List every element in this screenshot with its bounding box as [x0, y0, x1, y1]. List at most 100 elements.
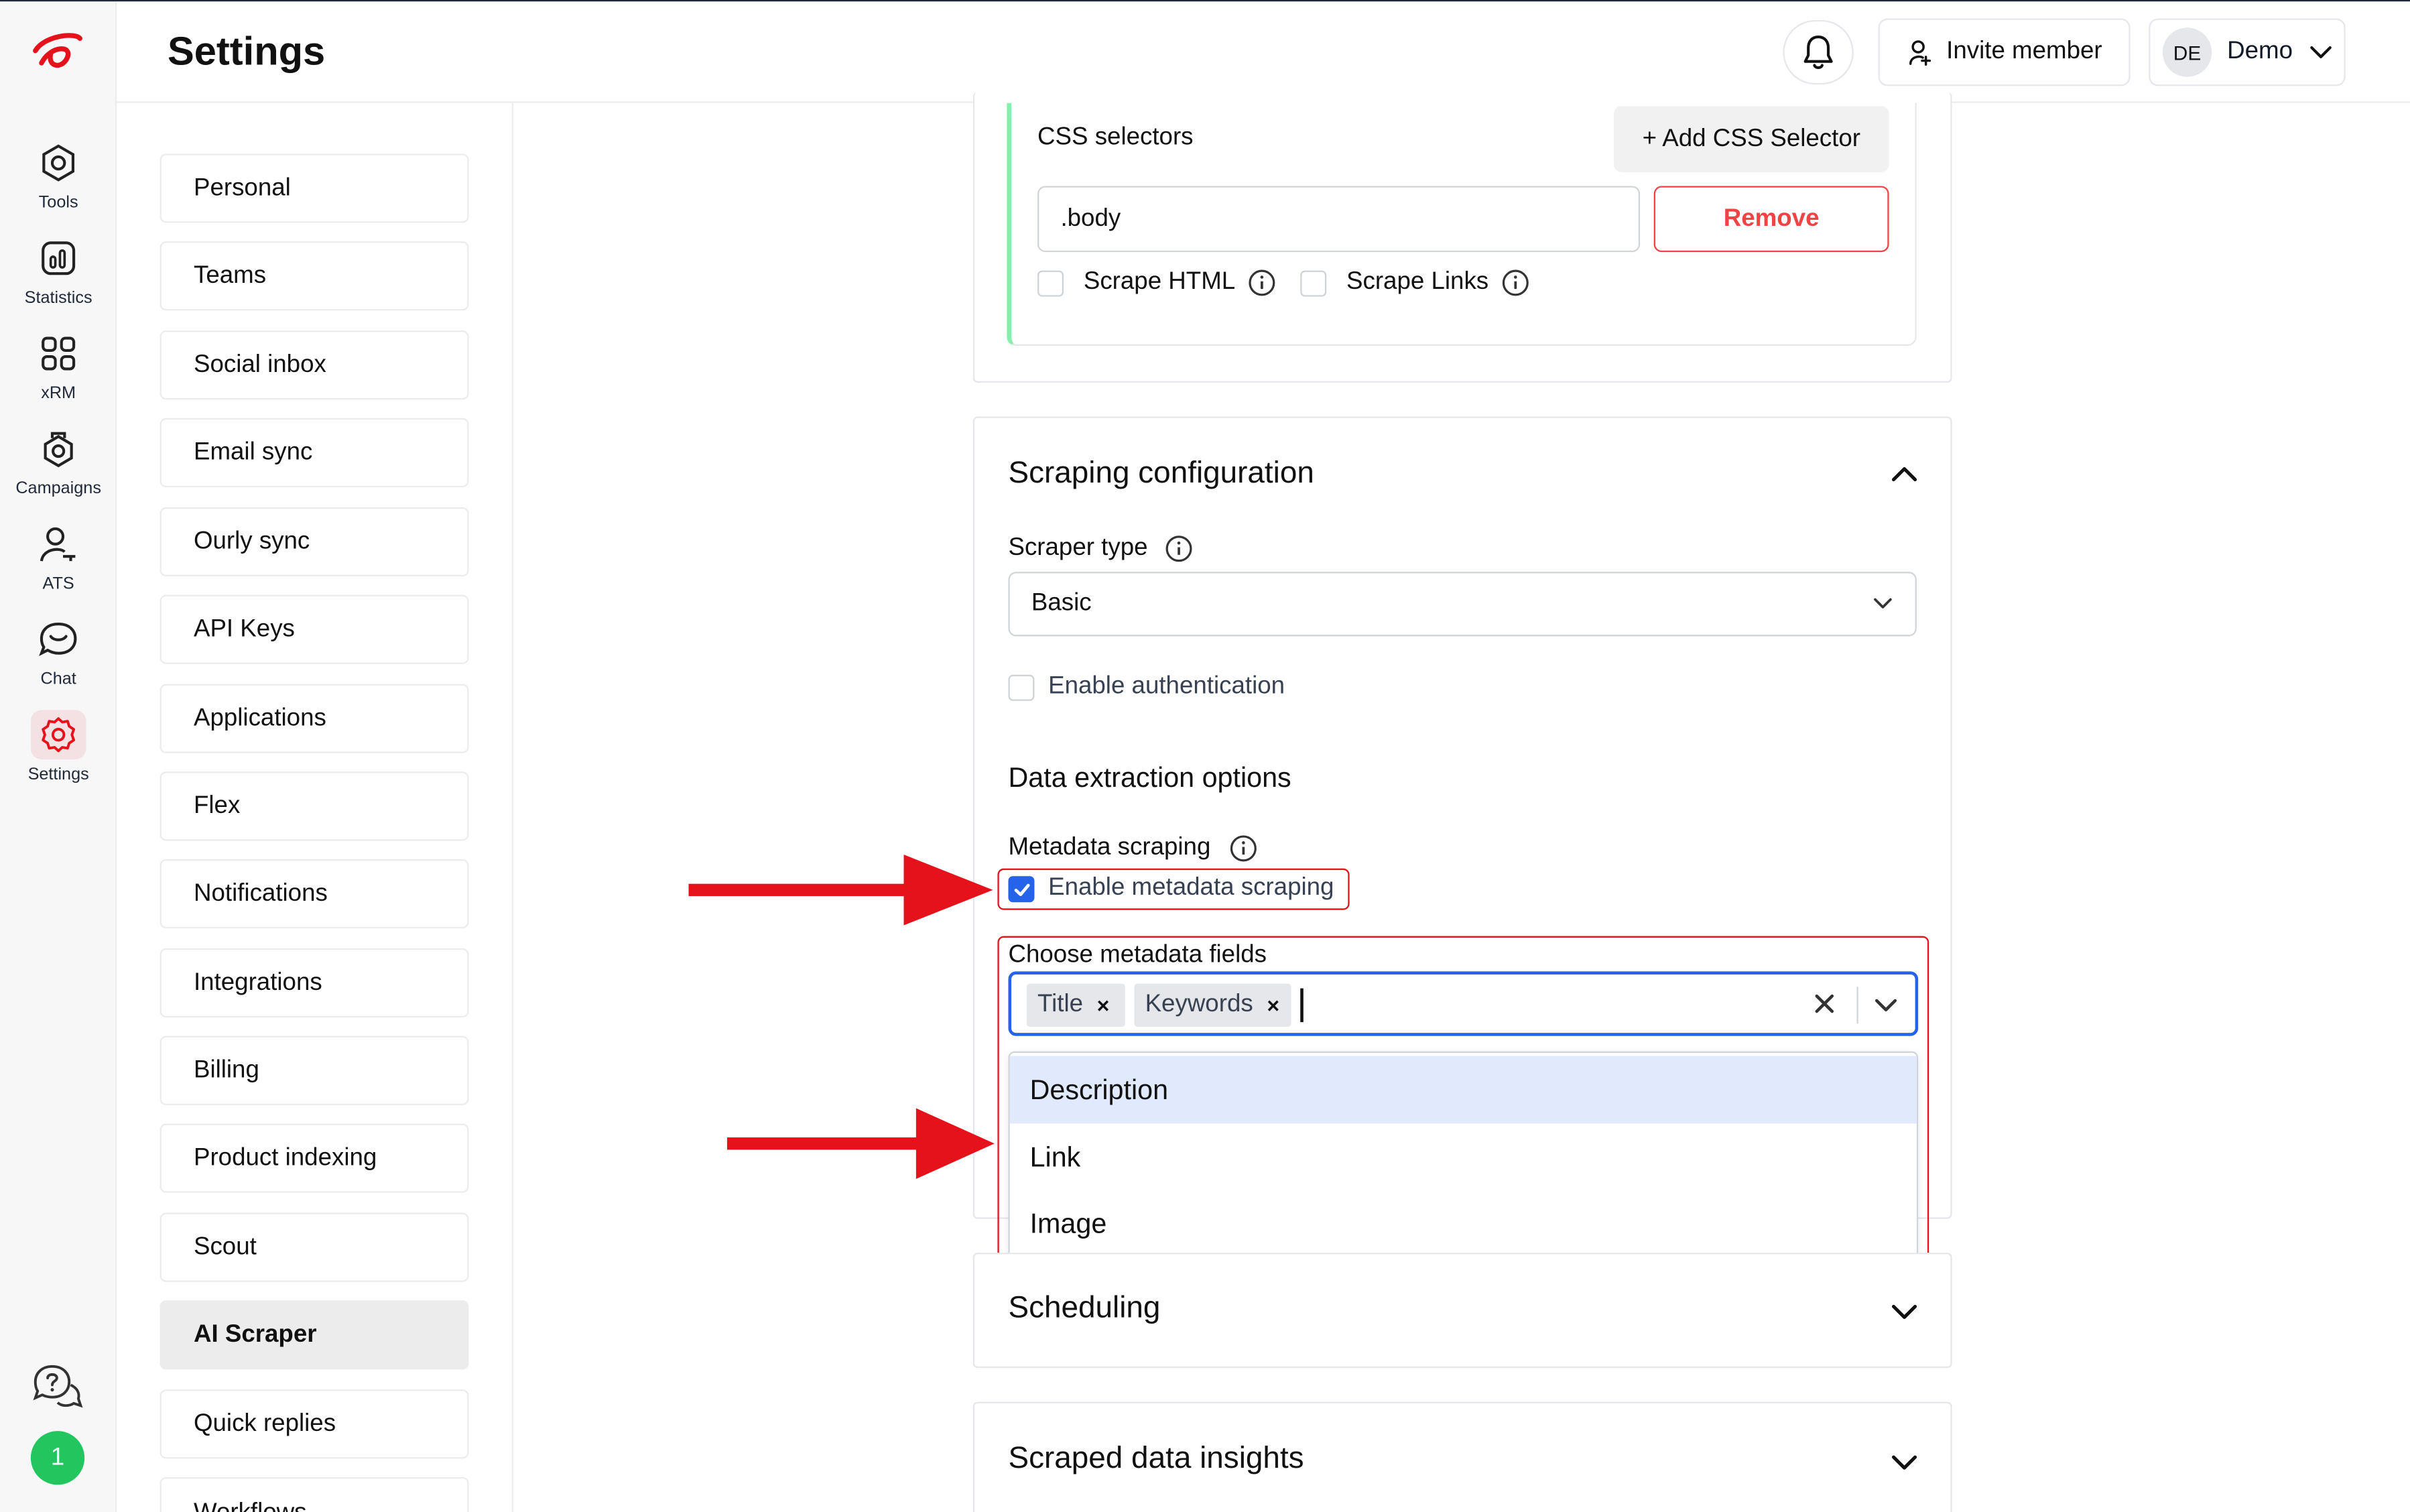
user-plus-icon [1909, 40, 1931, 66]
remove-selector-button[interactable]: Remove [1653, 186, 1889, 253]
annotation-arrow-icon [726, 1108, 995, 1180]
nav-item-scout[interactable]: Scout [160, 1212, 469, 1282]
scrape-links-checkbox[interactable] [1300, 270, 1327, 297]
rail-item-statistics[interactable]: Statistics [0, 234, 117, 320]
insights-title: Scraped data insights [1008, 1442, 1304, 1476]
nav-item-quick-replies[interactable]: Quick replies [160, 1389, 469, 1459]
text-caret [1300, 988, 1303, 1023]
nav-item-workflows[interactable]: Workflows [160, 1476, 469, 1512]
nav-item-applications[interactable]: Applications [160, 684, 469, 753]
rail-item-ats[interactable]: ATS [0, 519, 117, 605]
enable-authentication-label: Enable authentication [1048, 673, 1285, 700]
scheduling-title: Scheduling [1008, 1291, 1161, 1325]
rail-label: Tools [38, 193, 78, 212]
notifications-button[interactable] [1783, 19, 1854, 85]
chevron-down-icon [1874, 598, 1892, 609]
nav-item-notifications[interactable]: Notifications [160, 859, 469, 929]
remove-tag-icon[interactable]: × [1267, 993, 1279, 1018]
nav-item-ourly-sync[interactable]: Ourly sync [160, 507, 469, 577]
rail-label: Campaigns [15, 479, 101, 499]
nav-item-email-sync[interactable]: Email sync [160, 418, 469, 488]
user-menu[interactable]: DE Demo [2149, 18, 2346, 86]
top-header: Settings Invite member DE Demo [117, 1, 2410, 103]
gear-icon [42, 717, 76, 753]
app-rail: Tools Statistics xRM Campaigns ATS Chat … [0, 1, 117, 1512]
rail-label: xRM [41, 384, 76, 403]
nav-item-billing[interactable]: Billing [160, 1035, 469, 1105]
scrape-html-label: Scrape HTML [1083, 269, 1236, 296]
info-icon[interactable] [1248, 269, 1275, 296]
scraper-type-value: Basic [1031, 590, 1092, 617]
rail-item-tools[interactable]: Tools [0, 138, 117, 224]
settings-nav: Personal Teams Social inbox Email sync O… [117, 103, 513, 1512]
rail-item-xrm[interactable]: xRM [0, 329, 117, 415]
grid-icon [42, 336, 76, 371]
option-link[interactable]: Link [1010, 1123, 1917, 1191]
nav-item-product-indexing[interactable]: Product indexing [160, 1123, 469, 1193]
enable-metadata-label: Enable metadata scraping [1048, 874, 1334, 901]
rail-item-campaigns[interactable]: Campaigns [0, 424, 117, 510]
nav-item-api-keys[interactable]: API Keys [160, 594, 469, 664]
css-selectors-title: CSS selectors [1037, 124, 1194, 151]
rail-label: Statistics [24, 289, 92, 308]
invite-member-button[interactable]: Invite member [1878, 18, 2131, 86]
tag-label: Keywords [1145, 991, 1253, 1018]
data-extraction-title: Data extraction options [1008, 762, 1291, 794]
rail-label: Chat [40, 670, 76, 689]
scrape-links-label: Scrape Links [1346, 269, 1489, 296]
nav-item-teams[interactable]: Teams [160, 241, 469, 311]
nav-item-social-inbox[interactable]: Social inbox [160, 330, 469, 400]
enable-metadata-checkbox[interactable] [1008, 876, 1035, 903]
scrape-html-checkbox[interactable] [1037, 270, 1064, 297]
chevron-down-icon[interactable] [1874, 993, 1899, 1018]
option-description[interactable]: Description [1009, 1056, 1917, 1124]
info-icon[interactable] [1502, 269, 1529, 296]
scraper-type-select[interactable]: Basic [1008, 572, 1917, 637]
chevron-up-icon[interactable] [1889, 460, 1920, 491]
scraper-type-label: Scraper type [1008, 535, 1148, 562]
selected-tag-keywords[interactable]: Keywords × [1134, 983, 1291, 1027]
chevron-down-icon[interactable] [1889, 1446, 1920, 1477]
help-chat-icon[interactable] [31, 1362, 83, 1414]
nav-item-ai-scraper[interactable]: AI Scraper [160, 1300, 469, 1370]
tag-label: Title [1037, 991, 1084, 1018]
brand-logo-icon [33, 33, 82, 68]
chevron-down-icon[interactable] [1889, 1296, 1920, 1326]
remove-tag-icon[interactable]: × [1097, 993, 1110, 1018]
info-icon[interactable] [1165, 535, 1192, 562]
bar-chart-icon [42, 241, 76, 275]
invite-member-label: Invite member [1946, 38, 2102, 65]
notification-count-badge[interactable]: 1 [30, 1431, 85, 1485]
css-selector-input[interactable]: .body [1037, 186, 1641, 253]
nav-item-personal[interactable]: Personal [160, 153, 469, 223]
clear-icon[interactable] [1814, 993, 1835, 1015]
scraping-config-title: Scraping configuration [1008, 456, 1314, 491]
rail-item-settings[interactable]: Settings [0, 710, 117, 796]
metadata-scraping-label: Metadata scraping [1008, 834, 1211, 861]
annotation-arrow-icon [688, 855, 993, 926]
avatar: DE [2162, 27, 2212, 77]
enable-authentication-checkbox[interactable] [1008, 674, 1035, 701]
bell-icon [1803, 35, 1833, 69]
info-icon[interactable] [1230, 834, 1257, 862]
campaigns-icon [44, 432, 73, 468]
chat-icon [39, 623, 77, 656]
user-key-icon [40, 527, 76, 562]
add-css-selector-button[interactable]: + Add CSS Selector [1614, 106, 1889, 172]
rail-item-chat[interactable]: Chat [0, 615, 117, 700]
rail-label: Settings [27, 765, 89, 784]
checkmark-icon [1013, 883, 1029, 895]
metadata-fields-multiselect[interactable]: Title × Keywords × [1008, 971, 1919, 1036]
rail-label: ATS [42, 574, 74, 594]
hexagon-tools-icon [42, 144, 75, 182]
nav-item-integrations[interactable]: Integrations [160, 948, 469, 1018]
metadata-options-menu: Description Link Image [1008, 1051, 1919, 1264]
user-name: Demo [2227, 38, 2293, 65]
chevron-down-icon [2309, 46, 2332, 58]
page-title: Settings [167, 27, 326, 74]
selected-tag-title[interactable]: Title × [1026, 983, 1125, 1027]
divider [1856, 987, 1858, 1024]
nav-item-flex[interactable]: Flex [160, 771, 469, 841]
metadata-fields-label: Choose metadata fields [1008, 942, 1267, 968]
option-image[interactable]: Image [1010, 1190, 1917, 1257]
